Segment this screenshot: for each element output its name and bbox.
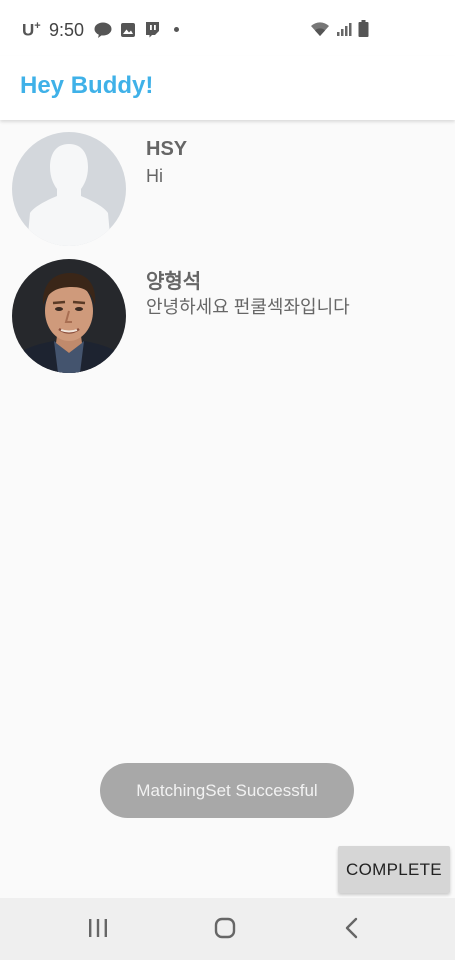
battery-icon [358, 20, 369, 37]
status-bar: U+ 9:50 [0, 0, 455, 56]
back-icon[interactable] [342, 916, 362, 940]
wifi-icon [311, 22, 329, 36]
image-icon [121, 22, 135, 37]
status-time: 9:50 [49, 20, 85, 40]
twitch-icon [146, 22, 159, 38]
talk-icon [94, 22, 112, 38]
chat-item-name: 양형석 [146, 271, 202, 293]
system-icons [310, 20, 369, 37]
avatar [12, 132, 126, 246]
toast-text: MatchingSet Successful [136, 780, 318, 800]
chat-item-message: Hi [146, 166, 163, 186]
toast-message: MatchingSet Successful [100, 763, 354, 818]
complete-button[interactable]: COMPLETE [338, 846, 450, 893]
dot-icon [174, 27, 179, 32]
chat-item-name: HSY [146, 138, 188, 160]
recent-apps-icon[interactable] [86, 916, 110, 940]
avatar [12, 259, 126, 373]
app-bar: Hey Buddy! [0, 56, 455, 120]
app-title: Hey Buddy! [20, 72, 154, 99]
chat-item-hsy[interactable]: HSY Hi [0, 122, 455, 246]
screen: U+ 9:50 Hey Buddy! HSY Hi 양형석 안녕하세요 펀쿨섹좌… [0, 0, 455, 960]
notification-icons [94, 21, 179, 38]
signal-icon [337, 23, 352, 36]
default-person-avatar-icon [12, 132, 126, 246]
chat-item-yang[interactable]: 양형석 안녕하세요 펀쿨섹좌입니다 [0, 249, 455, 373]
chat-item-message: 안녕하세요 펀쿨섹좌입니다 [146, 297, 350, 317]
photo-avatar-icon [12, 259, 126, 373]
carrier-label: U+ [22, 20, 41, 40]
navigation-bar [0, 898, 455, 960]
home-icon[interactable] [213, 916, 237, 940]
